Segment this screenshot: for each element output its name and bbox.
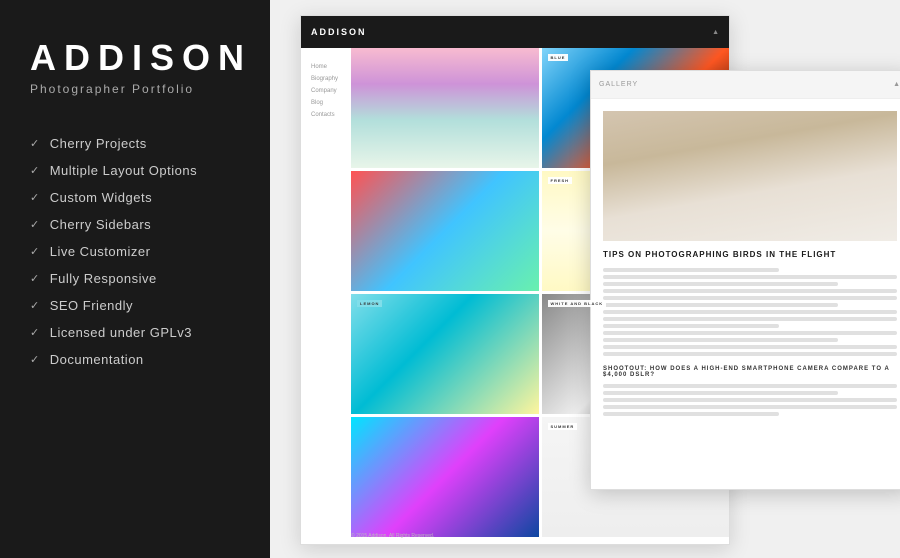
grid-item-5: LEMON [351,294,539,414]
check-icon: ✓ [30,245,40,258]
check-icon: ✓ [30,137,40,150]
blog-header: GALLERY ▲ [591,71,900,99]
brand-title: ADDISON [30,40,240,76]
blog-subheading: SHOOTOUT: HOW DOES A HIGH-END SMARTPHONE… [603,366,897,378]
site-header: ADDISON ▲ [301,16,729,48]
check-icon: ✓ [30,272,40,285]
grid-badge-lemon: LEMON [357,300,382,307]
check-icon: ✓ [30,218,40,231]
list-item: ✓ Multiple Layout Options [30,163,240,178]
blog-image [603,111,897,241]
brand-subtitle: Photographer Portfolio [30,82,240,96]
list-item: ✓ Documentation [30,352,240,367]
text-line [603,338,838,342]
list-item: ✓ Cherry Projects [30,136,240,151]
text-line [603,405,897,409]
site-nav-left: Home Biography Company Blog Contacts [301,56,348,126]
grid-badge-summer: SUMMER [548,423,578,430]
feature-label: Custom Widgets [50,190,152,205]
nav-link: Contacts [311,112,338,118]
feature-label: Fully Responsive [50,271,157,286]
text-line [603,331,897,335]
nav-link: Company [311,88,338,94]
list-item: ✓ Custom Widgets [30,190,240,205]
text-line [603,317,897,321]
feature-label: Licensed under GPLv3 [50,325,192,340]
features-list: ✓ Cherry Projects ✓ Multiple Layout Opti… [30,136,240,367]
text-line [603,352,897,356]
blog-content: TIPS ON PHOTOGRAPHING BIRDS IN THE FLIGH… [591,99,900,428]
grid-item-1 [351,48,539,168]
blog-screenshot: GALLERY ▲ TIPS ON PHOTOGRAPHING BIRDS IN… [590,70,900,490]
feature-label: Cherry Sidebars [50,217,151,232]
right-panel: ADDISON ▲ Home Biography Company Blog Co… [270,0,900,558]
blog-text-2 [603,384,897,416]
grid-badge-fresh: FRESH [548,177,573,184]
text-line [603,345,897,349]
text-line [603,310,897,314]
nav-item: ▲ [712,29,719,36]
site-logo: ADDISON [311,27,367,37]
nav-link: Biography [311,76,338,82]
blog-nav: ▲ [893,81,900,88]
check-icon: ✓ [30,164,40,177]
blog-text [603,268,897,356]
list-item: ✓ Cherry Sidebars [30,217,240,232]
blog-title: TIPS ON PHOTOGRAPHING BIRDS IN THE FLIGH… [603,249,897,260]
nav-link: Blog [311,100,338,106]
list-item: ✓ Live Customizer [30,244,240,259]
feature-label: Multiple Layout Options [50,163,197,178]
text-line [603,268,779,272]
grid-item-3 [351,171,539,291]
feature-label: Live Customizer [50,244,151,259]
text-line [603,303,838,307]
text-line [603,412,779,416]
check-icon: ✓ [30,326,40,339]
left-panel: ADDISON Photographer Portfolio ✓ Cherry … [0,0,270,558]
text-line [603,289,897,293]
blog-model-photo [603,111,897,241]
grid-item-7 [351,417,539,537]
list-item: ✓ Fully Responsive [30,271,240,286]
check-icon: ✓ [30,299,40,312]
screenshot-container: ADDISON ▲ Home Biography Company Blog Co… [270,10,900,558]
text-line [603,275,897,279]
list-item: ✓ SEO Friendly [30,298,240,313]
grid-badge-wb: WHITE AND BLACK [548,300,607,307]
feature-label: SEO Friendly [50,298,133,313]
blog-logo: GALLERY [599,81,638,88]
list-item: ✓ Licensed under GPLv3 [30,325,240,340]
text-line [603,324,779,328]
grid-badge: BLUE [548,54,569,61]
text-line [603,384,897,388]
text-line [603,296,897,300]
feature-label: Documentation [50,352,144,367]
site-footer: © 2015 Addison. All Rights Reserved. [351,533,434,539]
nav-link: Home [311,64,338,70]
text-line [603,391,838,395]
feature-label: Cherry Projects [50,136,147,151]
site-nav: ▲ [712,29,719,36]
check-icon: ✓ [30,353,40,366]
check-icon: ✓ [30,191,40,204]
text-line [603,282,838,286]
text-line [603,398,897,402]
